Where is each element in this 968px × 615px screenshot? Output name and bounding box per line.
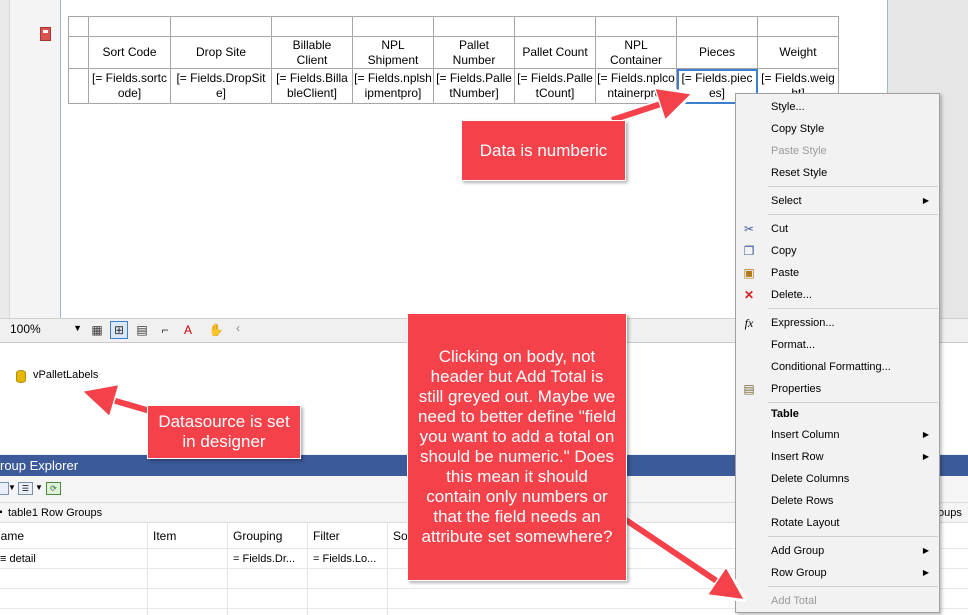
arrow-to-add-total [624,517,736,594]
callout-datasource: Datasource is set in designer [147,405,301,459]
arrow-to-pieces-cell [611,97,682,123]
callout-question: Clicking on body, not header but Add Tot… [407,313,627,581]
callout-data-numeric: Data is numberic [461,120,626,181]
